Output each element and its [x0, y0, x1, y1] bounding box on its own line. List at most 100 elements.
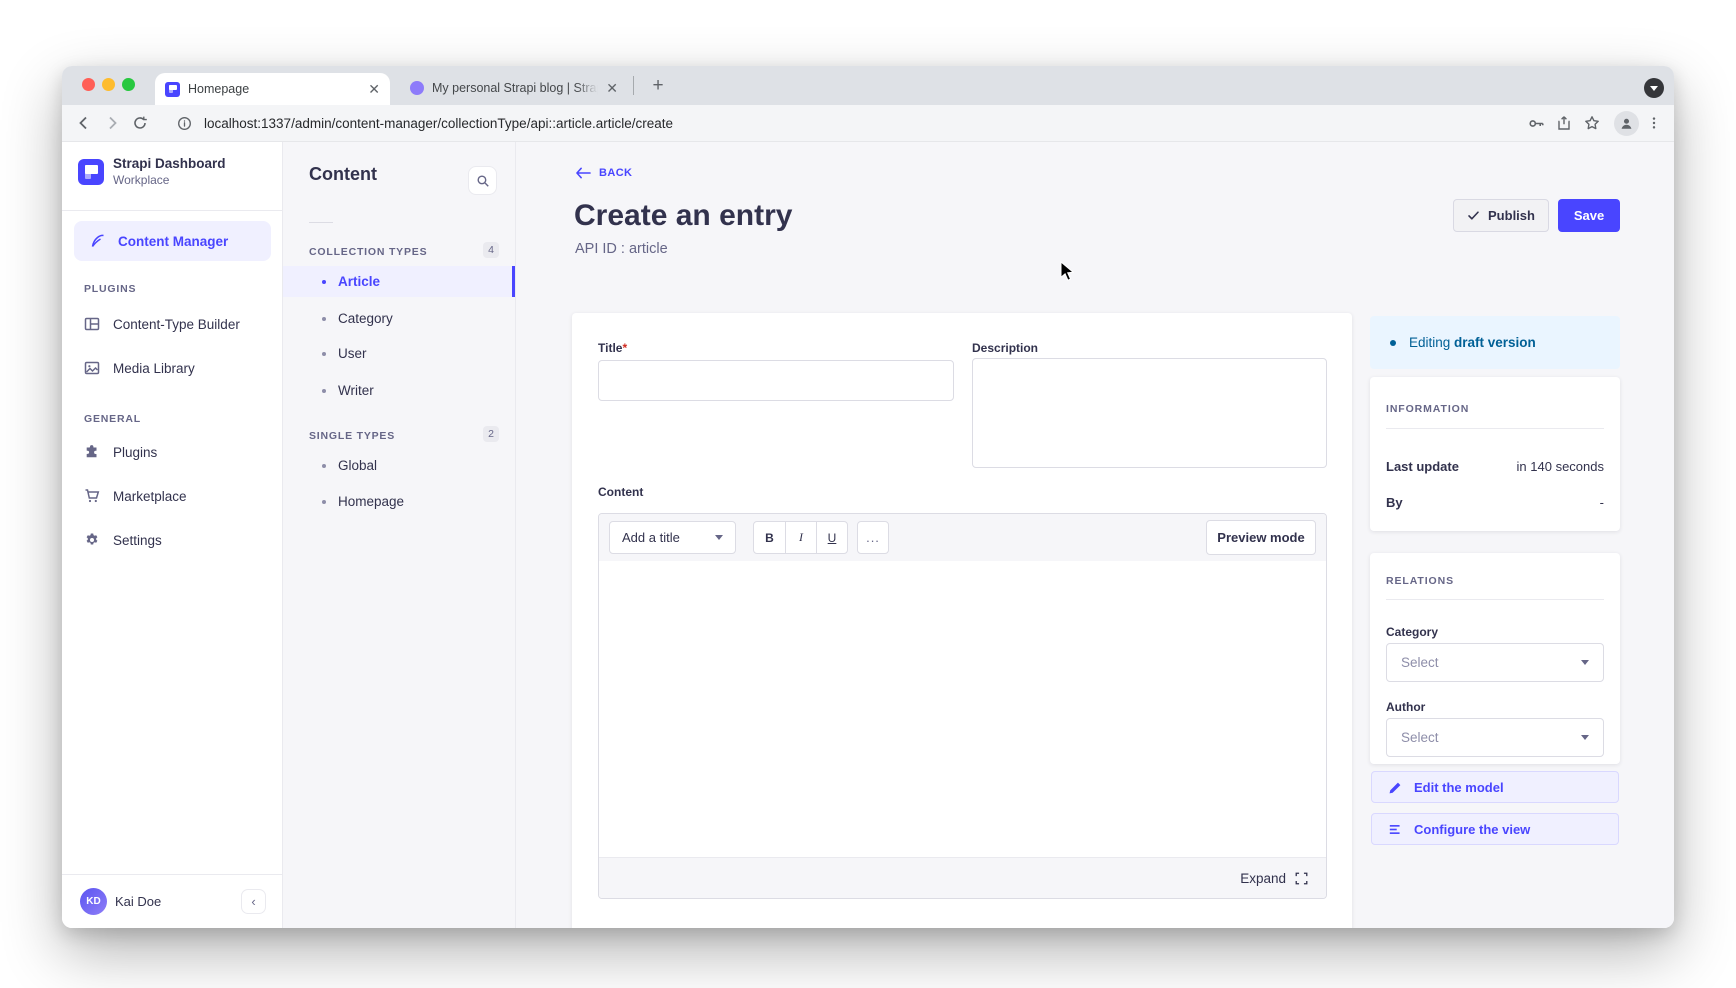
profile-avatar-icon[interactable] — [1612, 109, 1640, 137]
tab-homepage[interactable]: Homepage ✕ — [155, 73, 390, 105]
chevron-down-icon — [1650, 86, 1658, 91]
sidebar-item-media-library[interactable]: Media Library — [84, 360, 195, 376]
tab-title: My personal Strapi blog | Strap — [432, 81, 598, 95]
feather-pen-icon — [90, 233, 106, 249]
user-avatar[interactable]: KD — [80, 888, 107, 915]
minimize-window-button[interactable] — [102, 78, 115, 91]
strapi-admin: Strapi Dashboard Workplace Content Manag… — [62, 142, 1674, 928]
nav-item-category[interactable]: Category — [283, 303, 515, 334]
configure-view-button[interactable]: Configure the view — [1371, 813, 1619, 845]
heading-select[interactable]: Add a title — [609, 521, 736, 554]
pencil-icon — [1389, 781, 1402, 794]
required-mark: * — [622, 341, 627, 355]
status-text: Editing draft version — [1409, 335, 1536, 350]
publish-button[interactable]: Publish — [1453, 199, 1549, 232]
divider — [309, 222, 333, 223]
format-button-group: B I U — [753, 521, 848, 554]
category-select[interactable]: Select — [1386, 643, 1604, 682]
richtext-editor: Add a title B I U ... Preview mode — [598, 513, 1327, 899]
tab-strapi-blog[interactable]: My personal Strapi blog | Strap ✕ — [402, 74, 626, 102]
workspace-brand[interactable]: Strapi Dashboard Workplace — [78, 156, 226, 188]
gear-icon — [84, 532, 100, 548]
chevron-down-icon — [1581, 660, 1589, 665]
new-tab-button[interactable]: + — [644, 72, 672, 100]
workspace-title: Strapi Dashboard — [113, 156, 226, 173]
tab-search-button[interactable] — [1644, 78, 1664, 98]
share-icon[interactable] — [1550, 109, 1578, 137]
category-label: Category — [1386, 625, 1438, 639]
browser-window: Homepage ✕ My personal Strapi blog | Str… — [62, 66, 1674, 928]
more-formats-button[interactable]: ... — [857, 521, 889, 554]
browser-menu-icon[interactable] — [1640, 109, 1668, 137]
sidebar-section-general: GENERAL — [84, 413, 141, 425]
site-info-icon[interactable] — [170, 109, 198, 137]
editor-footer: Expand — [599, 857, 1326, 898]
tab-separator — [633, 76, 634, 95]
edit-model-button[interactable]: Edit the model — [1371, 771, 1619, 803]
back-nav-icon[interactable] — [70, 109, 98, 137]
nav-item-global[interactable]: Global — [283, 450, 515, 481]
filter-lines-icon — [1389, 823, 1402, 836]
author-select[interactable]: Select — [1386, 718, 1604, 757]
author-label: Author — [1386, 700, 1425, 714]
search-button[interactable] — [468, 166, 497, 195]
main-sidebar: Strapi Dashboard Workplace Content Manag… — [62, 142, 283, 928]
status-dot-icon — [1390, 340, 1396, 346]
tab-close-icon[interactable]: ✕ — [606, 81, 618, 95]
underline-button[interactable]: U — [816, 522, 847, 553]
bookmark-star-icon[interactable] — [1578, 109, 1606, 137]
editor-toolbar: Add a title B I U ... Preview mode — [599, 514, 1326, 561]
nav-item-homepage[interactable]: Homepage — [283, 486, 515, 517]
sidebar-item-label: Content Manager — [118, 234, 228, 249]
bullet-icon — [322, 389, 326, 393]
nav-item-writer[interactable]: Writer — [283, 375, 515, 406]
page-title: Create an entry — [574, 199, 792, 233]
bullet-icon — [322, 280, 326, 284]
password-key-icon[interactable] — [1522, 109, 1550, 137]
information-heading: INFORMATION — [1386, 403, 1469, 415]
sidebar-item-content-manager[interactable]: Content Manager — [74, 221, 271, 261]
save-button[interactable]: Save — [1558, 199, 1620, 232]
back-link[interactable]: BACK — [576, 167, 632, 179]
refresh-icon[interactable] — [126, 109, 154, 137]
editor-textarea[interactable] — [599, 561, 1326, 857]
collapse-sidebar-button[interactable]: ‹ — [241, 889, 266, 914]
active-indicator — [512, 266, 515, 297]
forward-nav-icon[interactable] — [98, 109, 126, 137]
relations-heading: RELATIONS — [1386, 575, 1454, 587]
description-field-label: Description — [972, 341, 1038, 355]
nav-item-user[interactable]: User — [283, 338, 515, 369]
user-name: Kai Doe — [115, 894, 161, 909]
preview-mode-button[interactable]: Preview mode — [1206, 520, 1316, 555]
nav-item-article[interactable]: Article — [283, 266, 515, 297]
workspace-subtitle: Workplace — [113, 173, 226, 188]
content-field-label: Content — [598, 485, 643, 499]
group-collection-types: COLLECTION TYPES — [309, 246, 427, 258]
entry-form-card: Title* Description Content Add a title B — [572, 313, 1352, 928]
title-input[interactable] — [598, 360, 954, 401]
collection-types-count: 4 — [483, 242, 499, 258]
tab-close-icon[interactable]: ✕ — [368, 82, 380, 96]
mouse-cursor — [1060, 261, 1076, 283]
strapi-logo-icon — [78, 159, 104, 185]
divider — [62, 874, 282, 875]
sidebar-item-label: Media Library — [113, 361, 195, 376]
sidebar-section-plugins: PLUGINS — [84, 283, 136, 295]
italic-button[interactable]: I — [785, 522, 816, 553]
main-content: BACK Create an entry API ID : article Pu… — [516, 142, 1674, 928]
search-icon — [476, 174, 490, 188]
sidebar-item-content-type-builder[interactable]: Content-Type Builder — [84, 316, 240, 332]
expand-label[interactable]: Expand — [1240, 871, 1286, 886]
zoom-window-button[interactable] — [122, 78, 135, 91]
sidebar-item-marketplace[interactable]: Marketplace — [84, 488, 187, 504]
last-update-row: Last update in 140 seconds — [1386, 459, 1604, 474]
close-window-button[interactable] — [82, 78, 95, 91]
url-field[interactable]: localhost:1337/admin/content-manager/col… — [204, 116, 1522, 131]
expand-icon[interactable] — [1295, 872, 1308, 885]
bold-button[interactable]: B — [754, 522, 785, 553]
sidebar-item-settings[interactable]: Settings — [84, 532, 162, 548]
arrow-left-icon — [576, 167, 591, 179]
sidebar-item-label: Content-Type Builder — [113, 317, 240, 332]
description-textarea[interactable] — [972, 358, 1327, 468]
sidebar-item-plugins[interactable]: Plugins — [84, 444, 157, 460]
